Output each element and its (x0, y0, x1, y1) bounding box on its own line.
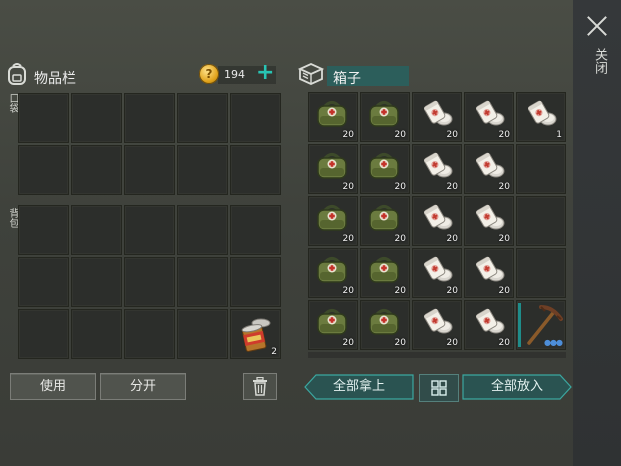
backpack-label: 背包 (7, 208, 18, 228)
put-all-button[interactable]: 全部放入 (462, 374, 572, 400)
box-grid-scroll-edge (308, 352, 566, 358)
box-slot[interactable]: 20 (360, 144, 410, 194)
box-slot[interactable]: 20 (464, 144, 514, 194)
backpack-slot[interactable] (177, 309, 228, 359)
item-count: 20 (342, 338, 354, 348)
put-all-label: 全部放入 (490, 379, 543, 394)
box-slot[interactable]: 20 (464, 196, 514, 246)
more-options-icon: ●●● (544, 338, 563, 347)
box-slot[interactable]: 20 (412, 144, 462, 194)
item-count: 20 (498, 338, 510, 348)
item-count: 20 (498, 130, 510, 140)
pocket-grid (18, 93, 281, 195)
item-count: 20 (446, 130, 458, 140)
backpack-slot[interactable] (177, 257, 228, 307)
backpack-slot[interactable]: 2 (230, 309, 281, 359)
close-label[interactable]: 关闭 (588, 48, 607, 74)
backpack-slot[interactable] (71, 257, 122, 307)
backpack-slot[interactable] (177, 205, 228, 255)
backpack-slot[interactable] (124, 257, 175, 307)
pocket-slot[interactable] (71, 93, 122, 143)
inventory-title: 物品栏 (34, 71, 76, 87)
box-slot[interactable]: 20 (308, 196, 358, 246)
box-slot[interactable]: 20 (360, 300, 410, 350)
box-slot[interactable]: 20 (412, 196, 462, 246)
box-icon (297, 63, 325, 85)
take-all-button[interactable]: 全部拿上 (304, 374, 414, 400)
box-grid: 20 20 20 20 1 20 20 20 20 20 20 20 20 20 20 20 20 20 20 20 2… (308, 92, 566, 350)
item-count: 20 (498, 234, 510, 244)
box-slot[interactable] (516, 248, 566, 298)
box-slot[interactable]: 20 (308, 248, 358, 298)
backpack-slot[interactable] (18, 257, 69, 307)
backpack-slot[interactable] (230, 205, 281, 255)
backpack-slot[interactable] (71, 205, 122, 255)
pocket-label: 口袋 (7, 93, 18, 113)
box-title: 箱子 (333, 71, 361, 87)
item-count: 20 (394, 286, 406, 296)
box-slot[interactable]: 20 (308, 144, 358, 194)
box-slot[interactable]: 20 (412, 300, 462, 350)
trash-icon (253, 377, 267, 396)
pocket-slot[interactable] (71, 145, 122, 195)
item-count: 2 (271, 347, 277, 357)
box-slot[interactable]: 20 (412, 248, 462, 298)
pocket-slot[interactable] (177, 145, 228, 195)
item-count: 1 (556, 130, 562, 140)
box-slot[interactable]: 20 (360, 248, 410, 298)
item-count: 20 (342, 130, 354, 140)
item-count: 20 (446, 338, 458, 348)
grid-view-toggle[interactable] (419, 374, 459, 402)
box-slot[interactable]: ●●● (516, 300, 566, 350)
backpack-grid: 2 (18, 205, 281, 359)
pocket-slot[interactable] (124, 145, 175, 195)
backpack-slot[interactable] (124, 309, 175, 359)
coin-icon: ? (199, 64, 219, 84)
use-button[interactable]: 使用 (10, 373, 96, 400)
coin-count: 194 (224, 68, 245, 81)
box-slot[interactable] (516, 196, 566, 246)
backpack-slot[interactable] (124, 205, 175, 255)
item-count: 20 (342, 286, 354, 296)
box-slot[interactable]: 20 (464, 300, 514, 350)
box-slot[interactable]: 20 (308, 300, 358, 350)
box-slot[interactable]: 20 (464, 92, 514, 142)
box-slot[interactable]: 20 (412, 92, 462, 142)
item-count: 20 (394, 182, 406, 192)
backpack-slot[interactable] (18, 309, 69, 359)
item-count: 20 (446, 286, 458, 296)
item-count: 20 (394, 234, 406, 244)
grid-view-icon (431, 380, 447, 396)
item-count: 20 (342, 234, 354, 244)
pocket-slot[interactable] (177, 93, 228, 143)
pocket-slot[interactable] (18, 145, 69, 195)
item-count: 20 (446, 234, 458, 244)
pocket-slot[interactable] (230, 93, 281, 143)
trash-button[interactable] (243, 373, 277, 400)
item-count: 20 (498, 286, 510, 296)
pocket-slot[interactable] (230, 145, 281, 195)
item-count: 20 (342, 182, 354, 192)
box-slot[interactable]: 20 (308, 92, 358, 142)
item-count: 20 (394, 130, 406, 140)
box-slot[interactable]: 20 (464, 248, 514, 298)
box-slot[interactable] (516, 144, 566, 194)
backpack-slot[interactable] (18, 205, 69, 255)
item-count: 20 (498, 182, 510, 192)
split-button[interactable]: 分开 (100, 373, 186, 400)
pocket-slot[interactable] (124, 93, 175, 143)
box-slot[interactable]: 1 (516, 92, 566, 142)
item-count: 20 (446, 182, 458, 192)
close-icon[interactable] (586, 14, 608, 36)
take-all-label: 全部拿上 (332, 379, 385, 394)
box-slot[interactable]: 20 (360, 92, 410, 142)
pocket-slot[interactable] (18, 93, 69, 143)
item-count: 20 (394, 338, 406, 348)
close-sidebar: 关闭 (573, 0, 621, 466)
backpack-icon (8, 63, 26, 85)
add-coins-button[interactable]: + (256, 62, 274, 84)
backpack-slot[interactable] (71, 309, 122, 359)
backpack-slot[interactable] (230, 257, 281, 307)
box-slot[interactable]: 20 (360, 196, 410, 246)
